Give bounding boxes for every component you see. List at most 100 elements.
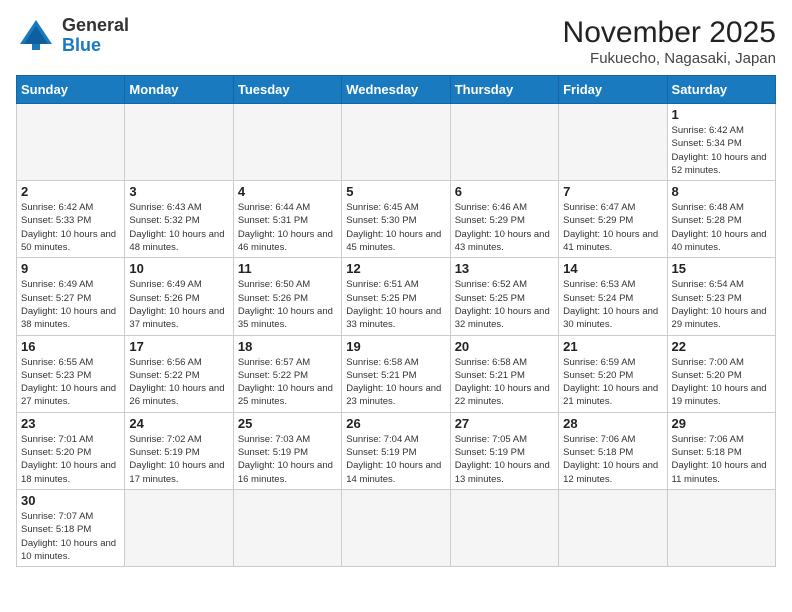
day-number: 21 xyxy=(563,339,662,354)
day-info: Sunrise: 6:50 AM Sunset: 5:26 PM Dayligh… xyxy=(238,278,337,331)
day-number: 10 xyxy=(129,261,228,276)
day-number: 13 xyxy=(455,261,554,276)
day-info: Sunrise: 6:57 AM Sunset: 5:22 PM Dayligh… xyxy=(238,356,337,409)
calendar-day-cell xyxy=(342,489,450,566)
day-info: Sunrise: 6:58 AM Sunset: 5:21 PM Dayligh… xyxy=(346,356,445,409)
calendar-week-row: 1 Sunrise: 6:42 AM Sunset: 5:34 PM Daylig… xyxy=(17,104,776,181)
calendar-day-cell: 7 Sunrise: 6:47 AM Sunset: 5:29 PM Daylig… xyxy=(559,181,667,258)
calendar-day-cell: 2Sunrise: 6:42 AM Sunset: 5:33 PM Daylig… xyxy=(17,181,125,258)
day-info: Sunrise: 6:53 AM Sunset: 5:24 PM Dayligh… xyxy=(563,278,662,331)
weekday-header-wednesday: Wednesday xyxy=(342,76,450,104)
day-number: 1 xyxy=(672,107,771,122)
day-number: 16 xyxy=(21,339,120,354)
calendar-day-cell: 25Sunrise: 7:03 AM Sunset: 5:19 PM Dayli… xyxy=(233,412,341,489)
day-number: 3 xyxy=(129,184,228,199)
calendar-day-cell: 19 Sunrise: 6:58 AM Sunset: 5:21 PM Dayli… xyxy=(342,335,450,412)
calendar-day-cell: 15Sunrise: 6:54 AM Sunset: 5:23 PM Dayli… xyxy=(667,258,775,335)
calendar-day-cell: 10 Sunrise: 6:49 AM Sunset: 5:26 PM Dayli… xyxy=(125,258,233,335)
page-title: November 2025 xyxy=(563,16,776,50)
day-number: 26 xyxy=(346,416,445,431)
calendar-day-cell: 5 Sunrise: 6:45 AM Sunset: 5:30 PM Daylig… xyxy=(342,181,450,258)
calendar-day-cell: 29 Sunrise: 7:06 AM Sunset: 5:18 PM Dayli… xyxy=(667,412,775,489)
day-info: Sunrise: 6:47 AM Sunset: 5:29 PM Dayligh… xyxy=(563,201,662,254)
calendar-day-cell: 4 Sunrise: 6:44 AM Sunset: 5:31 PM Daylig… xyxy=(233,181,341,258)
day-number: 27 xyxy=(455,416,554,431)
day-info: Sunrise: 7:02 AM Sunset: 5:19 PM Dayligh… xyxy=(129,433,228,486)
day-info: Sunrise: 6:45 AM Sunset: 5:30 PM Dayligh… xyxy=(346,201,445,254)
calendar-day-cell: 21Sunrise: 6:59 AM Sunset: 5:20 PM Dayli… xyxy=(559,335,667,412)
day-info: Sunrise: 6:46 AM Sunset: 5:29 PM Dayligh… xyxy=(455,201,554,254)
day-number: 28 xyxy=(563,416,662,431)
calendar-day-cell: 27 Sunrise: 7:05 AM Sunset: 5:19 PM Dayli… xyxy=(450,412,558,489)
day-info: Sunrise: 6:49 AM Sunset: 5:26 PM Dayligh… xyxy=(129,278,228,331)
day-info: Sunrise: 7:06 AM Sunset: 5:18 PM Dayligh… xyxy=(672,433,771,486)
weekday-header-friday: Friday xyxy=(559,76,667,104)
day-info: Sunrise: 7:04 AM Sunset: 5:19 PM Dayligh… xyxy=(346,433,445,486)
day-info: Sunrise: 6:49 AM Sunset: 5:27 PM Dayligh… xyxy=(21,278,120,331)
calendar-day-cell xyxy=(233,104,341,181)
calendar-day-cell: 3 Sunrise: 6:43 AM Sunset: 5:32 PM Daylig… xyxy=(125,181,233,258)
calendar-day-cell: 16 Sunrise: 6:55 AM Sunset: 5:23 PM Dayli… xyxy=(17,335,125,412)
day-info: Sunrise: 7:06 AM Sunset: 5:18 PM Dayligh… xyxy=(563,433,662,486)
calendar-week-row: 23 Sunrise: 7:01 AM Sunset: 5:20 PM Dayli… xyxy=(17,412,776,489)
calendar-week-row: 16 Sunrise: 6:55 AM Sunset: 5:23 PM Dayli… xyxy=(17,335,776,412)
calendar-day-cell: 28 Sunrise: 7:06 AM Sunset: 5:18 PM Dayli… xyxy=(559,412,667,489)
calendar-week-row: 9 Sunrise: 6:49 AM Sunset: 5:27 PM Daylig… xyxy=(17,258,776,335)
day-info: Sunrise: 6:58 AM Sunset: 5:21 PM Dayligh… xyxy=(455,356,554,409)
day-number: 7 xyxy=(563,184,662,199)
calendar-week-row: 2Sunrise: 6:42 AM Sunset: 5:33 PM Daylig… xyxy=(17,181,776,258)
day-number: 25 xyxy=(238,416,337,431)
page-subtitle: Fukuecho, Nagasaki, Japan xyxy=(563,50,776,67)
day-number: 22 xyxy=(672,339,771,354)
day-number: 5 xyxy=(346,184,445,199)
day-info: Sunrise: 6:44 AM Sunset: 5:31 PM Dayligh… xyxy=(238,201,337,254)
calendar-day-cell: 14 Sunrise: 6:53 AM Sunset: 5:24 PM Dayli… xyxy=(559,258,667,335)
calendar-day-cell xyxy=(125,104,233,181)
calendar-day-cell: 20 Sunrise: 6:58 AM Sunset: 5:21 PM Dayli… xyxy=(450,335,558,412)
logo: General Blue xyxy=(16,16,129,56)
day-number: 8 xyxy=(672,184,771,199)
calendar-day-cell: 23 Sunrise: 7:01 AM Sunset: 5:20 PM Dayli… xyxy=(17,412,125,489)
day-info: Sunrise: 6:55 AM Sunset: 5:23 PM Dayligh… xyxy=(21,356,120,409)
calendar-day-cell: 13 Sunrise: 6:52 AM Sunset: 5:25 PM Dayli… xyxy=(450,258,558,335)
day-number: 24 xyxy=(129,416,228,431)
day-number: 14 xyxy=(563,261,662,276)
weekday-header-sunday: Sunday xyxy=(17,76,125,104)
calendar-day-cell: 6 Sunrise: 6:46 AM Sunset: 5:29 PM Daylig… xyxy=(450,181,558,258)
title-block: November 2025 Fukuecho, Nagasaki, Japan xyxy=(563,16,776,67)
day-info: Sunrise: 6:43 AM Sunset: 5:32 PM Dayligh… xyxy=(129,201,228,254)
day-number: 20 xyxy=(455,339,554,354)
day-number: 23 xyxy=(21,416,120,431)
day-info: Sunrise: 7:01 AM Sunset: 5:20 PM Dayligh… xyxy=(21,433,120,486)
calendar-day-cell xyxy=(450,104,558,181)
page-header: General Blue November 2025 Fukuecho, Nag… xyxy=(16,16,776,67)
calendar-day-cell: 30 Sunrise: 7:07 AM Sunset: 5:18 PM Dayli… xyxy=(17,489,125,566)
day-number: 6 xyxy=(455,184,554,199)
day-number: 4 xyxy=(238,184,337,199)
day-number: 18 xyxy=(238,339,337,354)
calendar-day-cell xyxy=(233,489,341,566)
day-number: 19 xyxy=(346,339,445,354)
calendar-day-cell xyxy=(17,104,125,181)
day-info: Sunrise: 6:48 AM Sunset: 5:28 PM Dayligh… xyxy=(672,201,771,254)
day-number: 9 xyxy=(21,261,120,276)
day-info: Sunrise: 6:52 AM Sunset: 5:25 PM Dayligh… xyxy=(455,278,554,331)
calendar-day-cell: 24 Sunrise: 7:02 AM Sunset: 5:19 PM Dayli… xyxy=(125,412,233,489)
calendar-day-cell: 9 Sunrise: 6:49 AM Sunset: 5:27 PM Daylig… xyxy=(17,258,125,335)
day-info: Sunrise: 7:05 AM Sunset: 5:19 PM Dayligh… xyxy=(455,433,554,486)
calendar-day-cell: 1 Sunrise: 6:42 AM Sunset: 5:34 PM Daylig… xyxy=(667,104,775,181)
weekday-header-tuesday: Tuesday xyxy=(233,76,341,104)
calendar-day-cell: 18 Sunrise: 6:57 AM Sunset: 5:22 PM Dayli… xyxy=(233,335,341,412)
calendar-day-cell: 17Sunrise: 6:56 AM Sunset: 5:22 PM Dayli… xyxy=(125,335,233,412)
weekday-header-thursday: Thursday xyxy=(450,76,558,104)
day-number: 29 xyxy=(672,416,771,431)
calendar-header-row: SundayMondayTuesdayWednesdayThursdayFrid… xyxy=(17,76,776,104)
day-info: Sunrise: 7:00 AM Sunset: 5:20 PM Dayligh… xyxy=(672,356,771,409)
calendar-day-cell xyxy=(559,104,667,181)
calendar-day-cell: 8 Sunrise: 6:48 AM Sunset: 5:28 PM Daylig… xyxy=(667,181,775,258)
day-number: 12 xyxy=(346,261,445,276)
day-info: Sunrise: 7:07 AM Sunset: 5:18 PM Dayligh… xyxy=(21,510,120,563)
day-info: Sunrise: 6:42 AM Sunset: 5:34 PM Dayligh… xyxy=(672,124,771,177)
calendar-day-cell xyxy=(125,489,233,566)
day-number: 30 xyxy=(21,493,120,508)
